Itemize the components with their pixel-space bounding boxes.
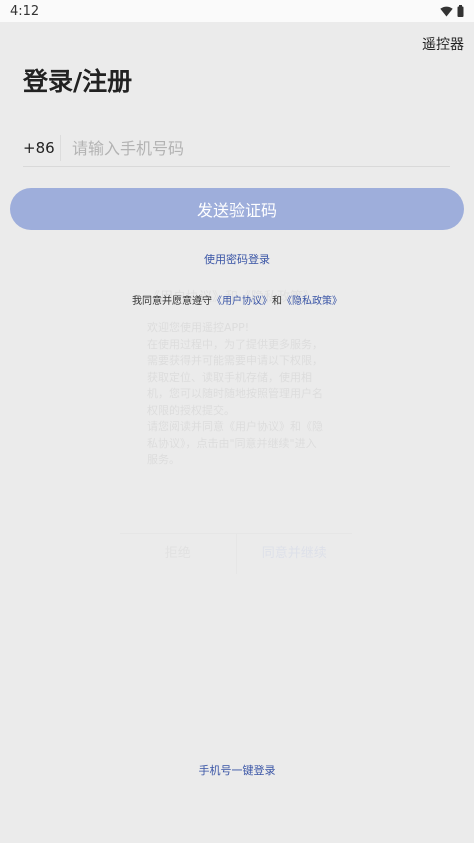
faded-dialog-body: 欢迎您使用遥控APP! 在使用过程中，为了提供更多服务，需要获得并可能需要申请以… [147, 321, 323, 466]
password-login-link: 使用密码登录 [0, 251, 474, 267]
login-screen: 遥控器 登录/注册 +86 发送验证码 使用密码登录 《用户协议》和《隐私政策》… [0, 22, 474, 843]
agreement-prefix: 我同意并愿意遵守 [132, 296, 212, 307]
country-code[interactable]: +86 [23, 139, 60, 157]
agreement-text: 我同意并愿意遵守《用户协议》和《隐私政策》 [0, 292, 474, 307]
send-code-button[interactable]: 发送验证码 [10, 188, 464, 230]
password-login-label[interactable]: 使用密码登录 [204, 253, 270, 266]
phone-number-input[interactable] [72, 138, 432, 158]
status-time: 4:12 [10, 3, 40, 19]
phone-divider [60, 135, 61, 161]
privacy-policy-link[interactable]: 《隐私政策》 [282, 296, 342, 307]
battery-icon [457, 5, 464, 17]
one-click-login-label[interactable]: 手机号一键登录 [199, 764, 276, 777]
faded-agreement-dialog: 《用户协议》和《隐私政策》 欢迎您使用遥控APP! 在使用过程中，为了提供更多服… [120, 284, 352, 584]
phone-field-row: +86 [23, 130, 450, 167]
status-bar: 4:12 [0, 0, 474, 22]
agreement-and: 和 [272, 296, 282, 307]
faded-dialog-buttons: 拒绝 同意并继续 [120, 533, 352, 574]
user-agreement-link[interactable]: 《用户协议》 [212, 296, 272, 307]
one-click-login-link: 手机号一键登录 [0, 762, 474, 778]
remote-control-link[interactable]: 遥控器 [422, 34, 464, 54]
status-icons [440, 5, 464, 17]
wifi-icon [440, 6, 453, 16]
faded-agree-button[interactable]: 同意并继续 [237, 534, 353, 574]
page-title: 登录/注册 [23, 67, 133, 96]
faded-refuse-button[interactable]: 拒绝 [120, 534, 237, 574]
